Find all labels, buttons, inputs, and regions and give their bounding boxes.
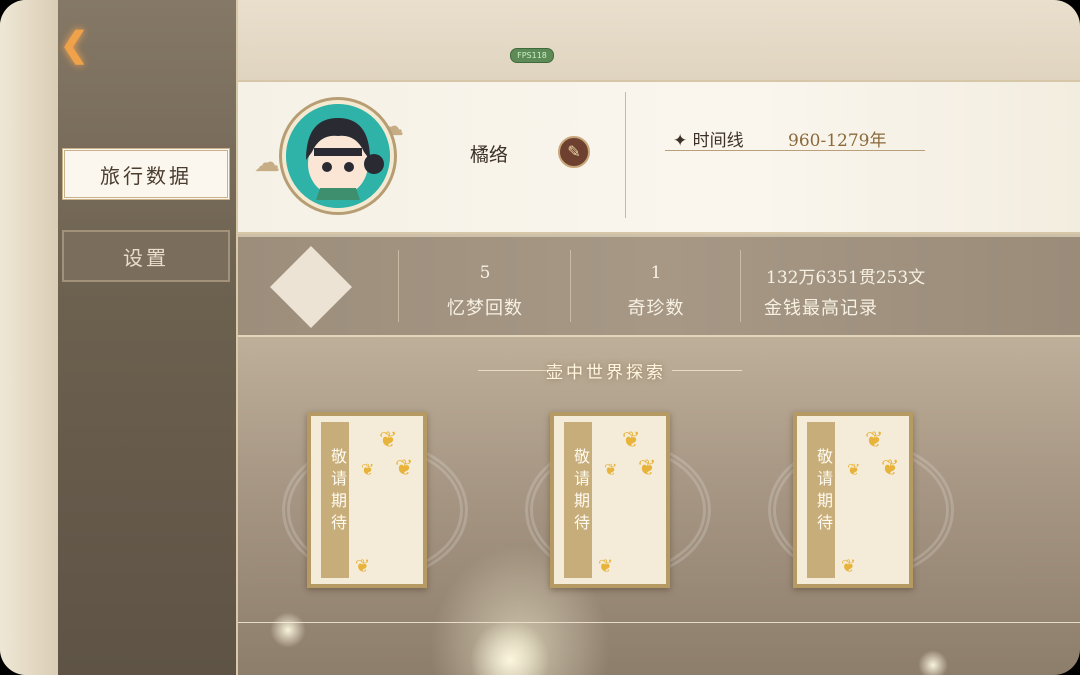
card-frame: 敬请期待 ❦ ❦ ❦ ❦ xyxy=(793,412,913,588)
ginkgo-leaf-icon: ❦ xyxy=(395,456,414,481)
card-frame: 敬请期待 ❦ ❦ ❦ ❦ xyxy=(307,412,427,588)
left-rail xyxy=(0,0,60,675)
ginkgo-leaf-icon: ❦ xyxy=(638,456,657,481)
avatar[interactable] xyxy=(282,100,394,212)
avatar-portrait xyxy=(286,104,390,208)
stat-label-treasure-count: 奇珍数 xyxy=(627,298,685,319)
stat-label-money-record: 金钱最高记录 xyxy=(764,298,878,319)
player-name: 橘络 xyxy=(470,144,509,166)
section-title: 壶中世界探索 xyxy=(546,363,666,383)
stat-value-money-record: 132万6351贯253文 xyxy=(766,268,926,288)
light-glow xyxy=(470,620,550,675)
game-screen: { "app": { "fps_badge": "FPS118", "back_… xyxy=(0,0,1080,675)
world-card[interactable]: 敬请期待 ❦ ❦ ❦ ❦ xyxy=(307,412,427,588)
header-divider xyxy=(625,92,626,218)
timeline-underline xyxy=(665,150,925,151)
stat-label-dream-count: 忆梦回数 xyxy=(447,298,523,319)
back-arrow-icon[interactable]: ❮ xyxy=(60,25,100,65)
world-card[interactable]: 敬请期待 ❦ ❦ ❦ ❦ xyxy=(550,412,670,588)
ginkgo-leaf-icon: ❦ xyxy=(865,428,884,453)
brush-icon[interactable]: ✎ xyxy=(558,136,590,168)
ginkgo-leaf-icon: ❦ xyxy=(847,460,861,479)
ginkgo-leaf-icon: ❦ xyxy=(598,556,614,577)
light-glow xyxy=(918,650,948,675)
cloud-ornament-icon: ☁ xyxy=(254,148,280,178)
timeline-label-text: 时间线 xyxy=(692,131,744,151)
ginkgo-leaf-icon: ❦ xyxy=(881,456,900,481)
ginkgo-leaf-icon: ❦ xyxy=(604,460,618,479)
stat-divider xyxy=(398,250,399,322)
stat-value-treasure-count: 1 xyxy=(650,263,662,283)
ginkgo-leaf-icon: ❦ xyxy=(355,556,371,577)
timeline-value: 960-1279年 xyxy=(788,131,887,151)
sidebar xyxy=(58,0,238,675)
card-label: 敬请期待 xyxy=(571,448,590,536)
fps-badge: FPS118 xyxy=(510,48,554,63)
stat-value-dream-count: 5 xyxy=(479,263,491,283)
light-glow xyxy=(270,612,306,648)
ginkgo-leaf-icon: ❦ xyxy=(841,556,857,577)
card-label: 敬请期待 xyxy=(328,448,347,536)
card-frame: 敬请期待 ❦ ❦ ❦ ❦ xyxy=(550,412,670,588)
timeline-label: ✦ 时间线 xyxy=(673,131,744,151)
ginkgo-leaf-icon: ❦ xyxy=(361,460,375,479)
floor-line xyxy=(238,622,1080,623)
ginkgo-leaf-icon: ❦ xyxy=(622,428,641,453)
world-card[interactable]: 敬请期待 ❦ ❦ ❦ ❦ xyxy=(793,412,913,588)
stat-divider xyxy=(570,250,571,322)
tab-travel-data[interactable]: 旅行数据 xyxy=(62,148,230,200)
tab-settings[interactable]: 设置 xyxy=(62,230,230,282)
ginkgo-leaf-icon: ❦ xyxy=(379,428,398,453)
stat-divider xyxy=(740,250,741,322)
card-label: 敬请期待 xyxy=(814,448,833,536)
